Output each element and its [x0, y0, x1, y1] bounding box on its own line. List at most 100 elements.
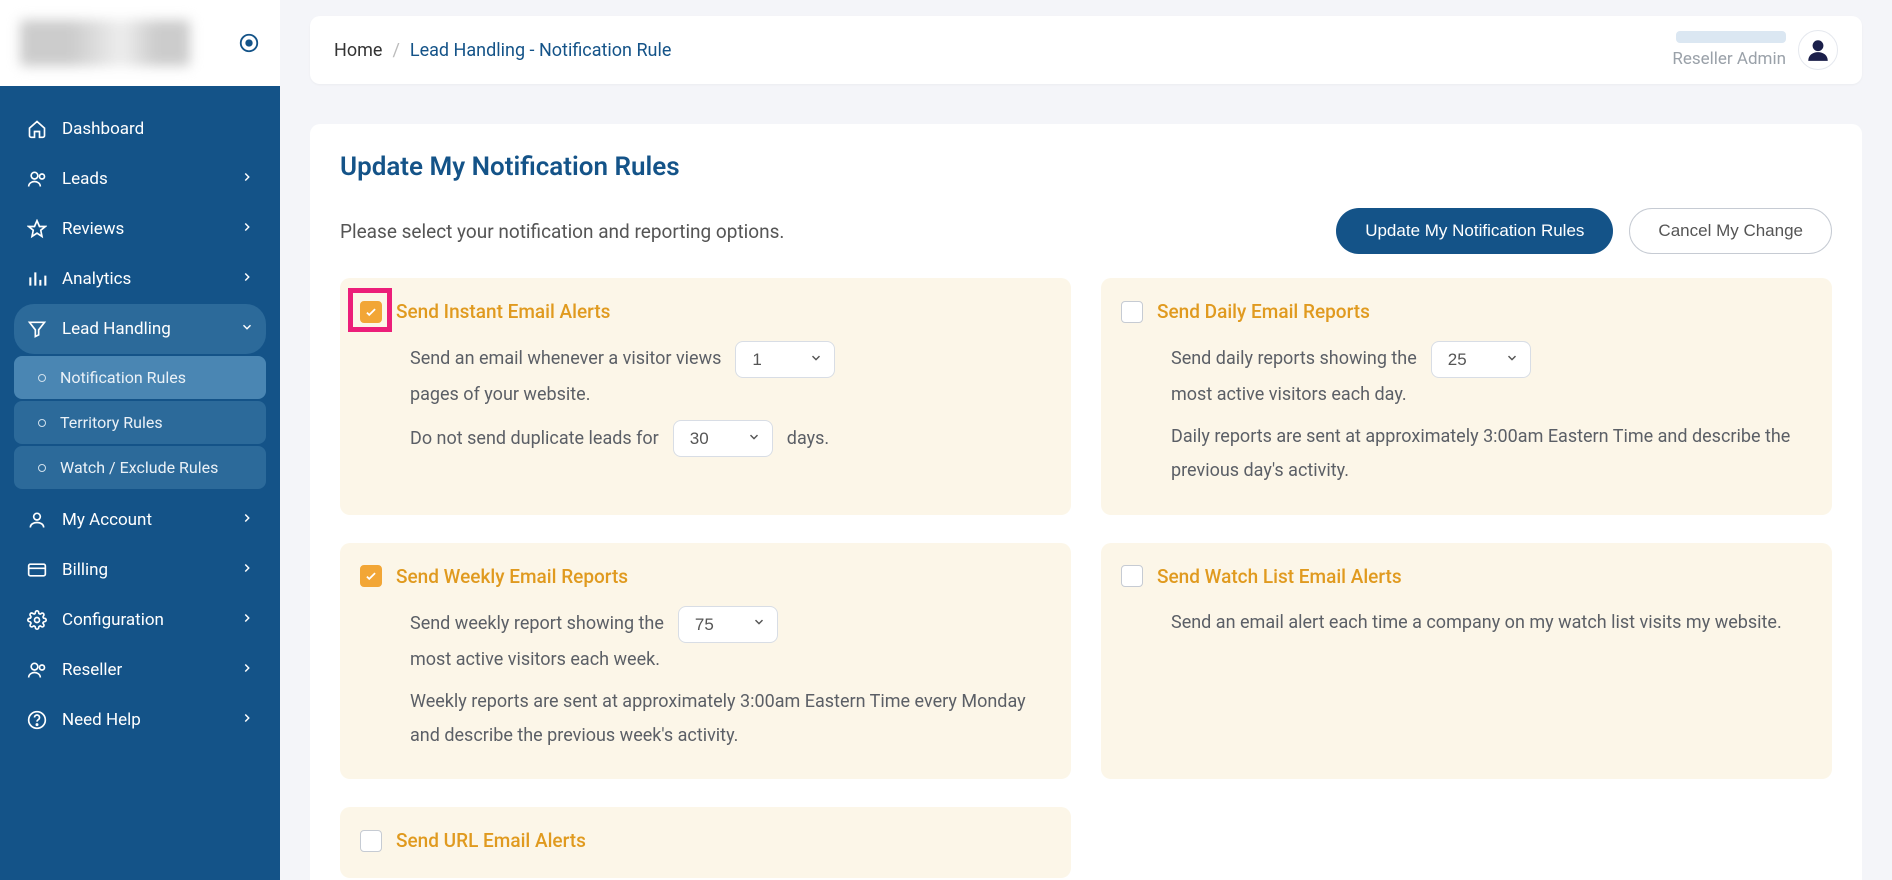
instruction-text: Please select your notification and repo… — [340, 220, 784, 243]
sidebar-item-lead-handling[interactable]: Lead Handling — [14, 304, 266, 354]
breadcrumb-separator: / — [392, 40, 399, 61]
chevron-down-icon — [240, 319, 254, 339]
sidebar-nav: Dashboard Leads Reviews Analytics — [0, 86, 280, 745]
panel-head: Send URL Email Alerts — [360, 829, 1047, 852]
text: Send an email alert each time a company … — [1171, 606, 1808, 640]
dot-icon — [38, 419, 46, 427]
chevron-right-icon — [240, 510, 254, 530]
checkbox-instant-alerts[interactable] — [360, 301, 382, 323]
subnav-watch-exclude-rules[interactable]: Watch / Exclude Rules — [14, 446, 266, 489]
checkbox-url-alerts[interactable] — [360, 830, 382, 852]
help-icon — [26, 709, 48, 731]
main: Home / Lead Handling - Notification Rule… — [280, 0, 1892, 880]
sidebar-item-label: Leads — [62, 169, 108, 189]
user-role: Reseller Admin — [1672, 49, 1786, 69]
panel-body: Send daily reports showing the 25 most a… — [1121, 341, 1808, 489]
people-icon — [26, 168, 48, 190]
panel-watch-alerts: Send Watch List Email Alerts Send an ema… — [1101, 543, 1832, 780]
page-title: Update My Notification Rules — [340, 152, 1832, 182]
sidebar-item-leads[interactable]: Leads — [14, 154, 266, 204]
sidebar-item-label: My Account — [62, 510, 152, 530]
panel-head: Send Watch List Email Alerts — [1121, 565, 1808, 588]
sidebar-item-reseller[interactable]: Reseller — [14, 645, 266, 695]
daily-row-1: Send daily reports showing the 25 — [1171, 341, 1808, 378]
sidebar-item-label: Dashboard — [62, 119, 144, 139]
chevron-right-icon — [240, 269, 254, 289]
panel-title: Send Weekly Email Reports — [396, 565, 628, 588]
panels-grid: Send Instant Email Alerts Send an email … — [340, 278, 1832, 878]
sidebar-item-my-account[interactable]: My Account — [14, 495, 266, 545]
panel-title: Send URL Email Alerts — [396, 829, 586, 852]
panel-body: Send an email whenever a visitor views 1… — [360, 341, 1047, 457]
star-icon — [26, 218, 48, 240]
instruction-row: Please select your notification and repo… — [340, 208, 1832, 254]
chevron-right-icon — [240, 660, 254, 680]
subnav-item-label: Notification Rules — [60, 368, 186, 387]
panel-note: Daily reports are sent at approximately … — [1171, 420, 1808, 488]
home-icon — [26, 118, 48, 140]
breadcrumb-current[interactable]: Lead Handling - Notification Rule — [410, 40, 672, 61]
text: most active visitors each week. — [410, 643, 1047, 677]
select-weekly-count[interactable]: 75 — [678, 606, 778, 643]
logo-row — [0, 0, 280, 86]
panel-head: Send Instant Email Alerts — [360, 300, 1047, 323]
text: Do not send duplicate leads for — [410, 422, 659, 456]
text: most active visitors each day. — [1171, 378, 1808, 412]
sidebar-item-label: Billing — [62, 560, 108, 580]
chevron-right-icon — [240, 219, 254, 239]
filter-icon — [26, 318, 48, 340]
chevron-right-icon — [240, 710, 254, 730]
avatar[interactable] — [1798, 30, 1838, 70]
target-icon[interactable] — [238, 32, 260, 54]
sidebar-item-label: Analytics — [62, 269, 131, 289]
subnav-notification-rules[interactable]: Notification Rules — [14, 356, 266, 399]
checkbox-daily-reports[interactable] — [1121, 301, 1143, 323]
checkbox-watch-alerts[interactable] — [1121, 565, 1143, 587]
panel-note: Weekly reports are sent at approximately… — [410, 685, 1047, 753]
gear-icon — [26, 609, 48, 631]
sidebar-item-label: Need Help — [62, 710, 141, 730]
select-pages[interactable]: 1 — [735, 341, 835, 378]
panel-url-alerts: Send URL Email Alerts — [340, 807, 1071, 878]
sidebar-item-label: Reviews — [62, 219, 124, 239]
logo — [20, 20, 190, 66]
cancel-button[interactable]: Cancel My Change — [1629, 208, 1832, 254]
select-days[interactable]: 30 — [673, 420, 773, 457]
instant-row-2: Do not send duplicate leads for 30 days. — [410, 420, 1047, 457]
update-button[interactable]: Update My Notification Rules — [1336, 208, 1613, 254]
weekly-row-1: Send weekly report showing the 75 — [410, 606, 1047, 643]
text: pages of your website. — [410, 378, 1047, 412]
subnav-territory-rules[interactable]: Territory Rules — [14, 401, 266, 444]
panel-head: Send Daily Email Reports — [1121, 300, 1808, 323]
sidebar-item-need-help[interactable]: Need Help — [14, 695, 266, 745]
select-daily-count[interactable]: 25 — [1431, 341, 1531, 378]
breadcrumb: Home / Lead Handling - Notification Rule — [334, 40, 671, 61]
checkbox-weekly-reports[interactable] — [360, 565, 382, 587]
sidebar-item-billing[interactable]: Billing — [14, 545, 266, 595]
select-daily-wrap: 25 — [1431, 341, 1531, 378]
dot-icon — [38, 374, 46, 382]
card-icon — [26, 559, 48, 581]
sidebar-item-dashboard[interactable]: Dashboard — [14, 104, 266, 154]
select-days-wrap: 30 — [673, 420, 773, 457]
text: days. — [787, 422, 829, 456]
sidebar-item-configuration[interactable]: Configuration — [14, 595, 266, 645]
sidebar-item-analytics[interactable]: Analytics — [14, 254, 266, 304]
sidebar-item-label: Configuration — [62, 610, 164, 630]
user-name-redacted — [1676, 31, 1786, 43]
panel-daily-reports: Send Daily Email Reports Send daily repo… — [1101, 278, 1832, 515]
text: Send an email whenever a visitor views — [410, 342, 721, 376]
chevron-right-icon — [240, 610, 254, 630]
subnav: Notification Rules Territory Rules Watch… — [14, 356, 266, 489]
panel-title: Send Instant Email Alerts — [396, 300, 610, 323]
sidebar: Dashboard Leads Reviews Analytics — [0, 0, 280, 880]
sidebar-item-label: Reseller — [62, 660, 122, 680]
bars-icon — [26, 268, 48, 290]
text: Send daily reports showing the — [1171, 342, 1417, 376]
breadcrumb-home[interactable]: Home — [334, 40, 382, 61]
panel-body: Send an email alert each time a company … — [1121, 606, 1808, 640]
instant-row-1: Send an email whenever a visitor views 1 — [410, 341, 1047, 378]
user-block[interactable]: Reseller Admin — [1672, 30, 1838, 70]
sidebar-item-reviews[interactable]: Reviews — [14, 204, 266, 254]
topbar: Home / Lead Handling - Notification Rule… — [310, 16, 1862, 84]
